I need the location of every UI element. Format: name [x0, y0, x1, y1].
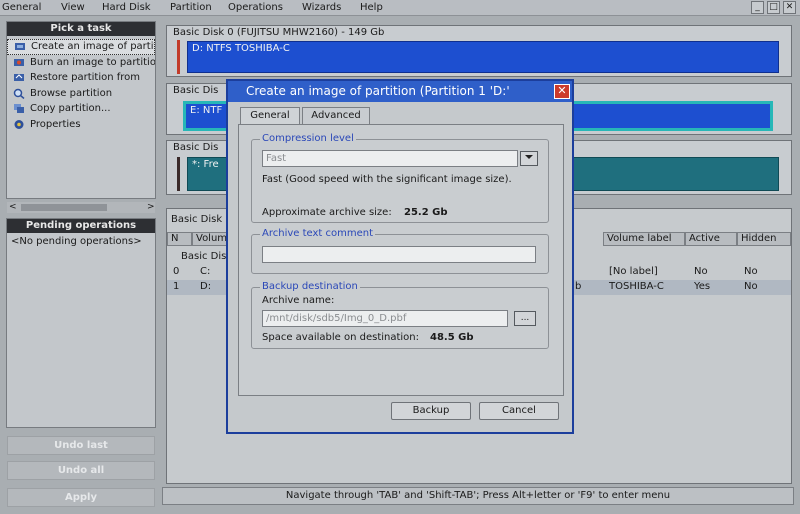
task-properties[interactable]: Properties [7, 117, 155, 133]
scroll-right-icon[interactable]: > [147, 202, 155, 212]
browse-path-button[interactable]: ... [514, 311, 536, 326]
archive-path-input[interactable]: /mnt/disk/sdb5/Img_0_D.pbf [262, 310, 508, 327]
pending-panel-title: Pending operations [7, 219, 155, 233]
cell-volume: C: [200, 266, 211, 277]
column-header-hidden[interactable]: Hidden [737, 232, 791, 246]
destination-legend: Backup destination [260, 281, 360, 292]
browse-icon [13, 88, 25, 99]
properties-icon [13, 119, 25, 130]
comment-legend: Archive text comment [260, 228, 376, 239]
column-header-volume-label[interactable]: Volume label [603, 232, 685, 246]
disk-marker [177, 157, 180, 191]
disk-marker [177, 40, 180, 74]
cell-label: [No label] [609, 266, 658, 277]
comment-group: Archive text comment [251, 228, 549, 274]
undo-last-button[interactable]: Undo last [7, 436, 155, 455]
menu-hard-disk[interactable]: Hard Disk [102, 2, 151, 13]
chevron-down-icon [525, 153, 533, 163]
scroll-left-icon[interactable]: < [9, 202, 17, 212]
space-available-value: 48.5 Gb [430, 332, 474, 343]
task-label: Burn an image to partition [30, 56, 155, 68]
task-burn-image[interactable]: Burn an image to partition [7, 55, 155, 71]
cell-hidden: No [744, 266, 758, 277]
tab-general[interactable]: General [240, 107, 300, 124]
column-header-n[interactable]: N [167, 232, 192, 246]
menu-bar: General View Hard Disk Partition Operati… [0, 0, 800, 16]
archive-name-label: Archive name: [262, 295, 335, 306]
table-tab-label[interactable]: Basic Disk [171, 214, 222, 225]
disk-image-icon [14, 41, 26, 52]
compression-dropdown-button[interactable] [520, 151, 538, 166]
destination-group: Backup destination Archive name: /mnt/di… [251, 281, 549, 349]
pending-empty-text: <No pending operations> [11, 236, 142, 247]
disk-row-0[interactable]: Basic Disk 0 (FUJITSU MHW2160) - 149 Gb … [166, 25, 792, 77]
compression-select[interactable]: Fast [262, 150, 518, 167]
cancel-button[interactable]: Cancel [479, 402, 559, 420]
archive-size-label: Approximate archive size: [262, 207, 392, 218]
tasks-panel: Pick a task Create an image of partition… [6, 21, 156, 213]
disk-title: Basic Dis [173, 85, 219, 96]
burn-icon [13, 57, 25, 68]
close-icon: ✕ [557, 84, 567, 97]
apply-button[interactable]: Apply [7, 488, 155, 507]
close-window-button[interactable]: ✕ [783, 1, 796, 14]
dialog-title: Create an image of partition (Partition … [228, 81, 572, 102]
task-browse-partition[interactable]: Browse partition [7, 86, 155, 102]
task-restore-partition[interactable]: Restore partition from [7, 70, 155, 86]
table-group-label: Basic Dis [181, 251, 227, 262]
status-bar: Navigate through 'TAB' and 'Shift-TAB'; … [162, 487, 794, 505]
task-label: Properties [30, 118, 81, 130]
tasks-panel-title: Pick a task [7, 22, 155, 36]
menu-general[interactable]: General [2, 2, 41, 13]
scroll-thumb[interactable] [21, 204, 107, 211]
cell-label: TOSHIBA-C [609, 281, 664, 292]
dialog-close-button[interactable]: ✕ [554, 84, 570, 99]
space-available-label: Space available on destination: [262, 332, 420, 343]
task-label: Restore partition from [30, 72, 141, 84]
cell-active: Yes [694, 281, 711, 292]
restore-icon [13, 72, 25, 83]
task-create-image[interactable]: Create an image of partition [7, 39, 155, 55]
maximize-button[interactable]: □ [767, 1, 780, 14]
menu-partition[interactable]: Partition [170, 2, 212, 13]
task-label: Create an image of partition [31, 41, 154, 53]
disk-title: Basic Disk 0 (FUJITSU MHW2160) - 149 Gb [173, 27, 385, 38]
menu-operations[interactable]: Operations [228, 2, 283, 13]
menu-view[interactable]: View [61, 2, 85, 13]
tab-panel-general: Compression level Fast Fast (Good speed … [238, 124, 564, 396]
cell-hidden: No [744, 281, 758, 292]
cell-n: 0 [173, 266, 180, 277]
compression-description: Fast (Good speed with the significant im… [262, 174, 512, 185]
cell-active: No [694, 266, 708, 277]
partition-block[interactable]: D: NTFS TOSHIBA-C [187, 41, 779, 73]
comment-input[interactable] [262, 246, 536, 263]
compression-legend: Compression level [260, 133, 356, 144]
pending-panel: Pending operations <No pending operation… [6, 218, 156, 428]
column-header-active[interactable]: Active [685, 232, 737, 246]
create-image-dialog: Create an image of partition (Partition … [226, 79, 574, 434]
undo-all-button[interactable]: Undo all [7, 461, 155, 480]
task-label: Browse partition [30, 87, 113, 99]
tab-advanced[interactable]: Advanced [302, 107, 370, 124]
menu-wizards[interactable]: Wizards [302, 2, 341, 13]
backup-button[interactable]: Backup [391, 402, 471, 420]
minimize-button[interactable]: _ [751, 1, 764, 14]
cell-extra: b [575, 281, 582, 292]
cell-n: 1 [173, 281, 180, 292]
copy-icon [13, 103, 25, 114]
cell-volume: D: [200, 281, 212, 292]
task-copy-partition[interactable]: Copy partition... [7, 101, 155, 117]
task-label: Copy partition... [30, 103, 111, 115]
compression-group: Compression level Fast Fast (Good speed … [251, 133, 549, 223]
menu-help[interactable]: Help [360, 2, 383, 13]
tasks-scrollbar[interactable]: < > [7, 202, 155, 213]
archive-size-value: 25.2 Gb [404, 207, 448, 218]
disk-title: Basic Dis [173, 142, 219, 153]
